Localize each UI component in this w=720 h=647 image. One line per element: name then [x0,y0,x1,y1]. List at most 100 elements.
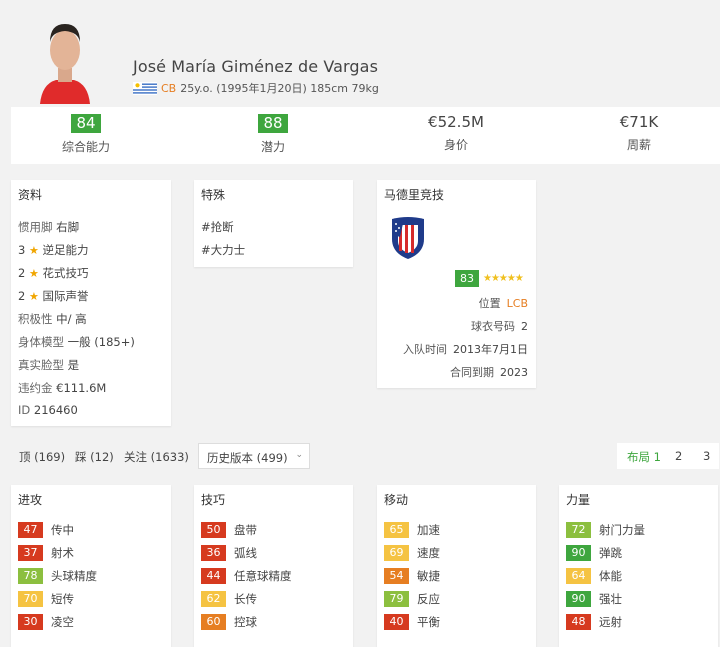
reputation-label: 国际声誉 [42,289,89,303]
id-row: ID 216460 [18,403,78,417]
like-button[interactable]: 顶 (169) [19,449,65,465]
attr-row: 79 反应 [384,591,440,607]
attr-label: 体能 [599,569,622,583]
attr-row: 47 传中 [18,522,74,538]
release-clause-label: 违约金 [18,381,53,395]
attr-card-attacking: 进攻 47 传中 37 射术 78 头球精度 70 短传 30 凌空 [11,485,171,647]
attr-label: 头球精度 [51,569,97,583]
weak-foot-row: 3 ★ 逆足能力 [18,242,89,258]
club-crest-icon[interactable] [390,215,426,259]
attr-label: 速度 [417,546,440,560]
attr-label: 任意球精度 [234,569,292,583]
star-icon: ★ [28,244,39,257]
player-details: 25y.o. (1995年1月20日) 185cm 79kg [180,82,379,95]
club-position-row: 位置 LCB [479,295,528,311]
attr-card-title: 技巧 [201,493,226,507]
skill-value: 2 [18,266,26,280]
player-header: José María Giménez de Vargas CB 25y.o. (… [0,0,720,104]
overall-value: 84 [71,114,101,133]
attr-label: 盘带 [234,523,257,537]
attr-value: 40 [384,614,409,630]
potential-label: 潜力 [260,140,285,154]
dislike-button[interactable]: 踩 (12) [75,449,114,465]
club-position-value[interactable]: LCB [507,297,528,310]
attr-row: 40 平衡 [384,614,440,630]
follow-button[interactable]: 关注 (1633) [124,449,189,465]
joined-value: 2013年7月1日 [453,343,528,356]
attr-label: 敏捷 [417,569,440,583]
attr-value: 70 [18,591,43,607]
id-label: ID [18,403,31,417]
player-position[interactable]: CB [161,82,176,95]
uruguay-flag-icon [133,81,157,95]
contract-value: 2023 [500,366,528,379]
attr-row: 72 射门力量 [566,522,645,538]
body-type-label: 身体模型 [18,335,64,349]
potential-value: 88 [258,114,288,133]
joined-label: 入队时间 [403,343,447,356]
attr-row: 90 弹跳 [566,545,622,561]
player-avatar [34,12,96,104]
attr-label: 凌空 [51,615,74,629]
attr-card-title: 进攻 [18,493,43,507]
attr-row: 78 头球精度 [18,568,97,584]
attr-row: 64 体能 [566,568,622,584]
body-type-value: 一般 (185+) [67,335,135,349]
foot-row: 惯用脚 右脚 [18,219,79,235]
layout-3-button[interactable]: 3 [703,449,710,463]
attr-row: 44 任意球精度 [201,568,292,584]
attr-value: 54 [384,568,409,584]
trait-item[interactable]: #抢断 [201,219,234,235]
attr-row: 54 敏捷 [384,568,440,584]
stats-card: 84 综合能力 88 潜力 €52.5M 身价 €71K 周薪 [11,107,720,164]
attr-value: 78 [18,568,43,584]
attr-label: 短传 [51,592,74,606]
attr-value: 79 [384,591,409,607]
wage-label: 周薪 [626,138,651,152]
attr-label: 平衡 [417,615,440,629]
chevron-down-icon: ⌄ [295,450,303,460]
history-version-label: 历史版本 (499) [207,451,288,465]
club-card: 马德里竞技 83 ★★★★★ 位置 LCB 球衣号码 2 入队时间 2013年7月1日… [377,180,536,388]
stat-value: €52.5M 身价 [386,114,526,153]
player-meta: CB 25y.o. (1995年1月20日) 185cm 79kg [133,80,379,96]
attr-value: 69 [384,545,409,561]
jersey-value: 2 [521,320,528,333]
layout-2-button[interactable]: 2 [675,449,682,463]
attr-value: 90 [566,591,591,607]
wage-value: €71K [619,113,659,131]
skill-label: 花式技巧 [42,266,89,280]
attr-card-movement: 移动 65 加速 69 速度 54 敏捷 79 反应 40 平衡 [377,485,536,647]
club-rating: 83 ★★★★★ [455,270,524,287]
real-face-label: 真实脸型 [18,358,64,372]
release-clause-value: €111.6M [56,381,107,395]
player-name: José María Giménez de Vargas [133,57,379,76]
weak-foot-label: 逆足能力 [42,243,89,257]
reputation-value: 2 [18,289,26,303]
attr-value: 90 [566,545,591,561]
club-title[interactable]: 马德里竞技 [377,180,536,209]
joined-row: 入队时间 2013年7月1日 [403,341,528,357]
body-type-row: 身体模型 一般 (185+) [18,334,135,350]
real-face-value: 是 [67,358,80,372]
attr-value: 36 [201,545,226,561]
release-clause-row: 违约金 €111.6M [18,380,106,396]
contract-row: 合同到期 2023 [450,364,528,380]
attr-row: 62 长传 [201,591,257,607]
attr-value: 47 [18,522,43,538]
attr-value: 44 [201,568,226,584]
traits-title: 特殊 [201,188,226,202]
club-rating-value: 83 [455,270,479,287]
trait-item[interactable]: #大力士 [201,242,245,258]
foot-label: 惯用脚 [18,220,53,234]
attr-label: 射门力量 [599,523,645,537]
layout-1-button[interactable]: 布局 1 [627,449,661,465]
attr-label: 加速 [417,523,440,537]
attr-card-power: 力量 72 射门力量 90 弹跳 64 体能 90 强壮 48 远射 [559,485,718,647]
work-rate-value: 中/ 高 [56,312,87,326]
overall-label: 综合能力 [61,140,110,154]
stat-potential: 88 潜力 [203,114,343,155]
club-stars-icon: ★★★★★ [483,273,524,284]
history-version-select[interactable]: 历史版本 (499) ⌄ [198,443,310,469]
attr-label: 弹跳 [599,546,622,560]
